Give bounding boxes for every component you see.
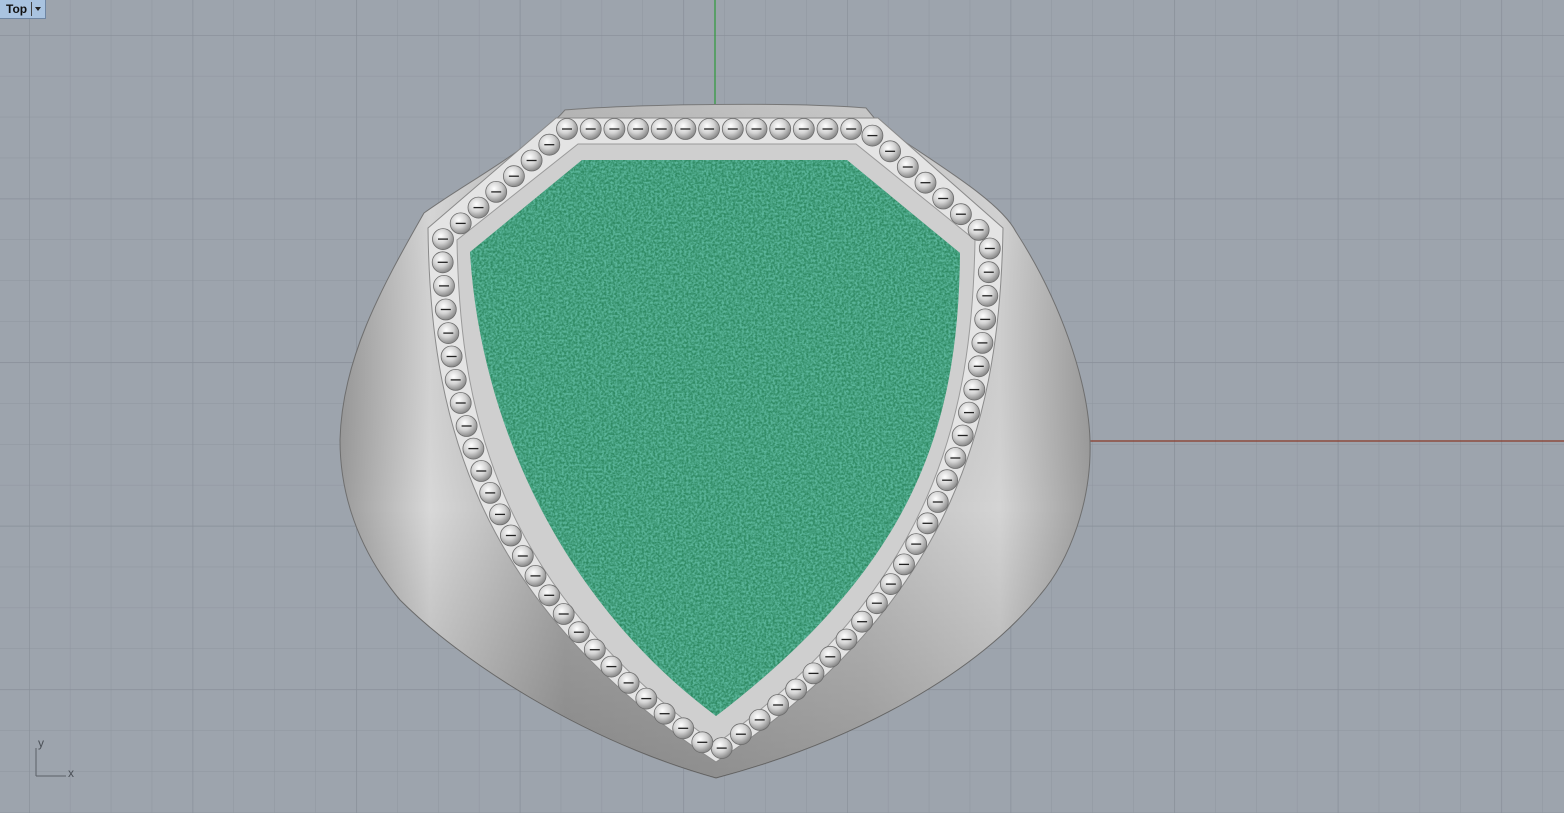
viewport-tab[interactable]: Top [0, 0, 47, 19]
axis-x-label: x [68, 766, 74, 780]
chevron-down-icon[interactable] [31, 2, 42, 16]
top-viewport[interactable]: Top y x [0, 0, 1564, 813]
axis-y-label: y [38, 736, 44, 750]
viewport-title[interactable]: Top [0, 0, 31, 18]
axis-gizmo: y x [30, 736, 80, 782]
viewport-canvas[interactable] [0, 0, 1564, 813]
